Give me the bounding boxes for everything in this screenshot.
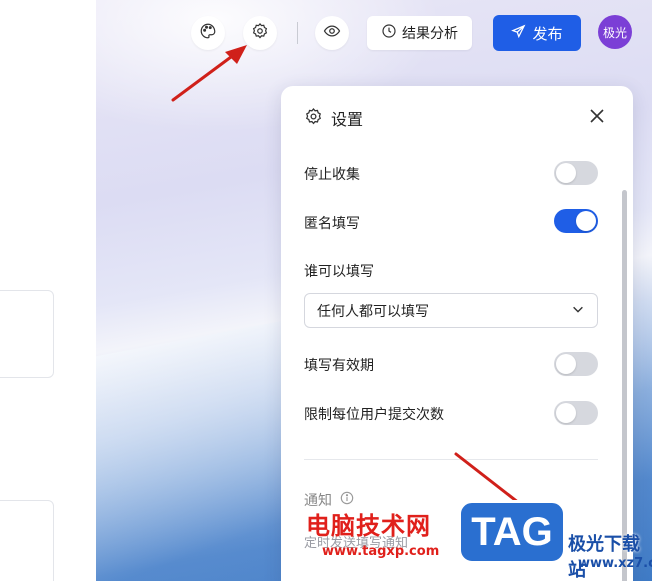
who-can-fill-value: 任何人都可以填写 [317, 303, 429, 320]
watermark-logo: TAG [458, 500, 566, 564]
anonymous-fill-label: 匿名填写 [304, 216, 360, 232]
scrollbar[interactable] [622, 190, 627, 581]
panel-header: 设置 [304, 106, 363, 130]
panel-title: 设置 [331, 110, 364, 129]
toggle-knob [556, 403, 576, 423]
stop-collect-label: 停止收集 [304, 167, 360, 183]
publish-button[interactable]: 发布 [493, 15, 581, 51]
publish-label: 发布 [532, 24, 563, 43]
watermark-text: 电脑技术网 [306, 512, 431, 540]
validity-period-toggle[interactable] [554, 352, 598, 376]
preview-button[interactable] [315, 16, 349, 50]
anonymous-fill-toggle[interactable] [554, 209, 598, 233]
gear-icon [304, 107, 323, 130]
eye-icon [323, 22, 341, 44]
watermark-url: www.tagxp.com [322, 544, 440, 559]
toggle-knob [556, 163, 576, 183]
stop-collect-toggle[interactable] [554, 161, 598, 185]
who-can-fill-select[interactable]: 任何人都可以填写 [304, 293, 598, 328]
form-card[interactable] [0, 500, 54, 581]
avatar[interactable]: 极光 [598, 15, 632, 49]
result-analysis-button[interactable]: 结果分析 [367, 16, 472, 50]
watermark-site-url: www.xz7.com [578, 556, 652, 571]
who-can-fill-label: 谁可以填写 [304, 264, 374, 280]
toggle-knob [576, 211, 596, 231]
send-icon [511, 24, 526, 43]
toggle-knob [556, 354, 576, 374]
clock-icon [381, 23, 397, 43]
validity-period-label: 填写有效期 [304, 358, 374, 374]
toolbar-divider [297, 22, 298, 44]
chevron-down-icon [571, 302, 585, 320]
limit-submissions-toggle[interactable] [554, 401, 598, 425]
form-card[interactable] [0, 290, 54, 378]
close-icon [589, 108, 605, 128]
close-button[interactable] [587, 108, 607, 128]
limit-submissions-label: 限制每位用户提交次数 [304, 407, 444, 423]
annotation-arrow-icon [171, 45, 247, 102]
form-canvas [0, 0, 96, 581]
result-analysis-label: 结果分析 [402, 26, 458, 42]
